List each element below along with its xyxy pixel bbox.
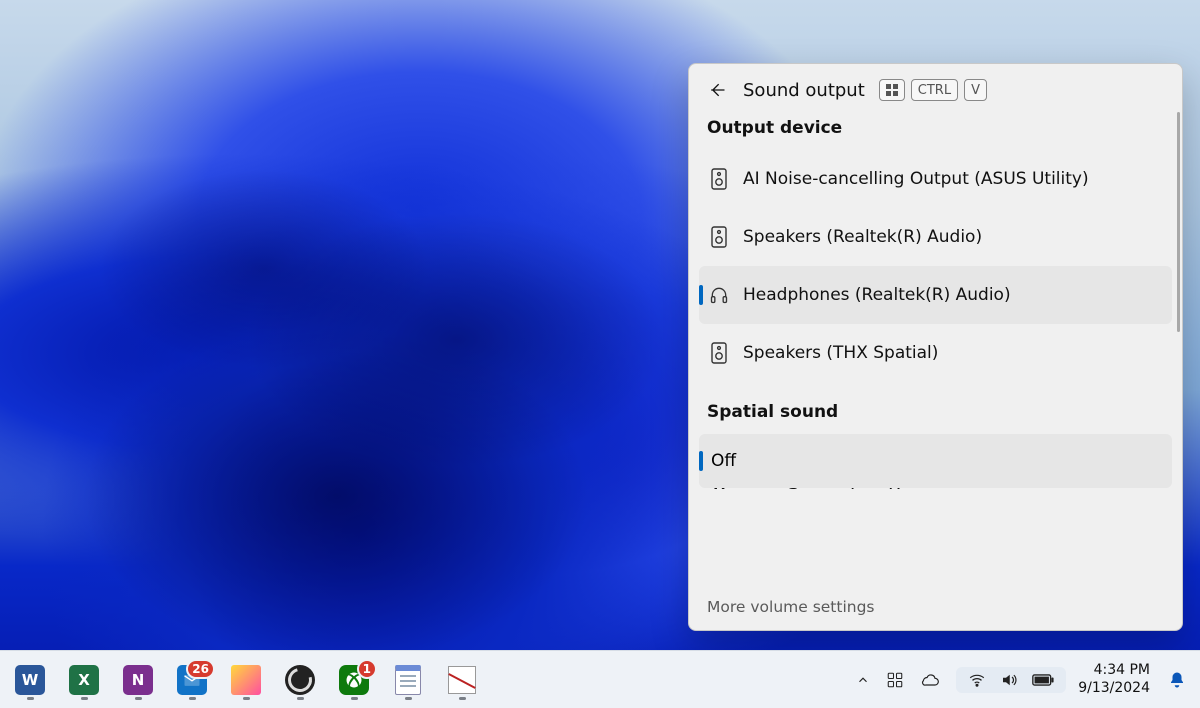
taskbar-app-onenote[interactable]: N — [112, 656, 164, 704]
taskbar: W X N 26 1 — [0, 650, 1200, 708]
obs-icon — [285, 665, 315, 695]
taskbar-app-sticky-notes[interactable] — [220, 656, 272, 704]
output-device-item[interactable]: Speakers (THX Spatial) — [699, 324, 1172, 382]
device-label: Speakers (THX Spatial) — [743, 343, 938, 363]
taskbar-app-word[interactable]: W — [4, 656, 56, 704]
device-label: Headphones (Realtek(R) Audio) — [743, 285, 1011, 305]
clock-date: 9/13/2024 — [1078, 680, 1150, 698]
back-button[interactable] — [705, 78, 729, 102]
speaker-icon — [709, 342, 729, 364]
outlook-icon: 26 — [177, 665, 207, 695]
flyout-header: Sound output CTRL V — [689, 64, 1182, 112]
output-device-heading: Output device — [699, 112, 1172, 150]
taskbar-app-notepad[interactable] — [382, 656, 434, 704]
flyout-scrollbar[interactable] — [1177, 112, 1180, 332]
headphones-icon — [709, 285, 729, 305]
shortcut-key-win — [879, 79, 905, 101]
speaker-icon — [709, 168, 729, 190]
spatial-sound-item[interactable]: Off — [699, 434, 1172, 488]
taskbar-app-outlook[interactable]: 26 — [166, 656, 218, 704]
output-device-item[interactable]: AI Noise-cancelling Output (ASUS Utility… — [699, 150, 1172, 208]
device-label: Speakers (Realtek(R) Audio) — [743, 227, 982, 247]
network-sound-battery-button[interactable] — [956, 667, 1066, 693]
taskbar-app-snipping-tool[interactable] — [436, 656, 488, 704]
snipping-tool-icon — [448, 666, 476, 694]
shortcut-key-v: V — [964, 79, 987, 101]
spatial-sound-list: Off W S f H — [699, 434, 1172, 518]
word-icon: W — [15, 665, 45, 695]
taskbar-app-xbox[interactable]: 1 — [328, 656, 380, 704]
flyout-title: Sound output — [743, 80, 865, 101]
taskbar-system-tray: 4:34 PM 9/13/2024 — [846, 662, 1192, 697]
taskbar-app-obs[interactable] — [274, 656, 326, 704]
taskbar-pinned-apps: W X N 26 1 — [4, 656, 488, 704]
output-device-item[interactable]: Headphones (Realtek(R) Audio) — [699, 266, 1172, 324]
tray-overflow-button[interactable] — [856, 673, 870, 687]
outlook-badge: 26 — [186, 659, 215, 679]
onedrive-icon[interactable] — [920, 673, 940, 687]
device-label: AI Noise-cancelling Output (ASUS Utility… — [743, 169, 1089, 189]
xbox-icon: 1 — [339, 665, 369, 695]
taskbar-clock[interactable]: 4:34 PM 9/13/2024 — [1072, 662, 1156, 697]
output-device-list: AI Noise-cancelling Output (ASUS Utility… — [699, 150, 1172, 382]
shortcut-key-ctrl: CTRL — [911, 79, 958, 101]
wifi-icon — [968, 671, 986, 689]
tray-app-icon[interactable] — [886, 671, 904, 689]
output-device-item[interactable]: Speakers (Realtek(R) Audio) — [699, 208, 1172, 266]
speaker-icon — [709, 226, 729, 248]
spatial-label-partial: W S f H — [711, 488, 952, 494]
sticky-notes-icon — [231, 665, 261, 695]
taskbar-app-excel[interactable]: X — [58, 656, 110, 704]
spatial-sound-heading: Spatial sound — [699, 382, 1172, 434]
notifications-button[interactable] — [1162, 670, 1192, 690]
notepad-icon — [395, 665, 421, 695]
arrow-left-icon — [707, 80, 727, 100]
xbox-badge: 1 — [357, 659, 377, 679]
onenote-icon: N — [123, 665, 153, 695]
sound-output-flyout: Sound output CTRL V Output device AI Noi… — [688, 63, 1183, 631]
spatial-sound-item[interactable]: W S f H — [699, 488, 1172, 518]
spatial-label: Off — [711, 451, 736, 471]
more-volume-settings-link[interactable]: More volume settings — [689, 583, 1182, 630]
volume-icon — [1000, 671, 1018, 689]
excel-icon: X — [69, 665, 99, 695]
clock-time: 4:34 PM — [1078, 662, 1150, 680]
battery-icon — [1032, 673, 1054, 687]
